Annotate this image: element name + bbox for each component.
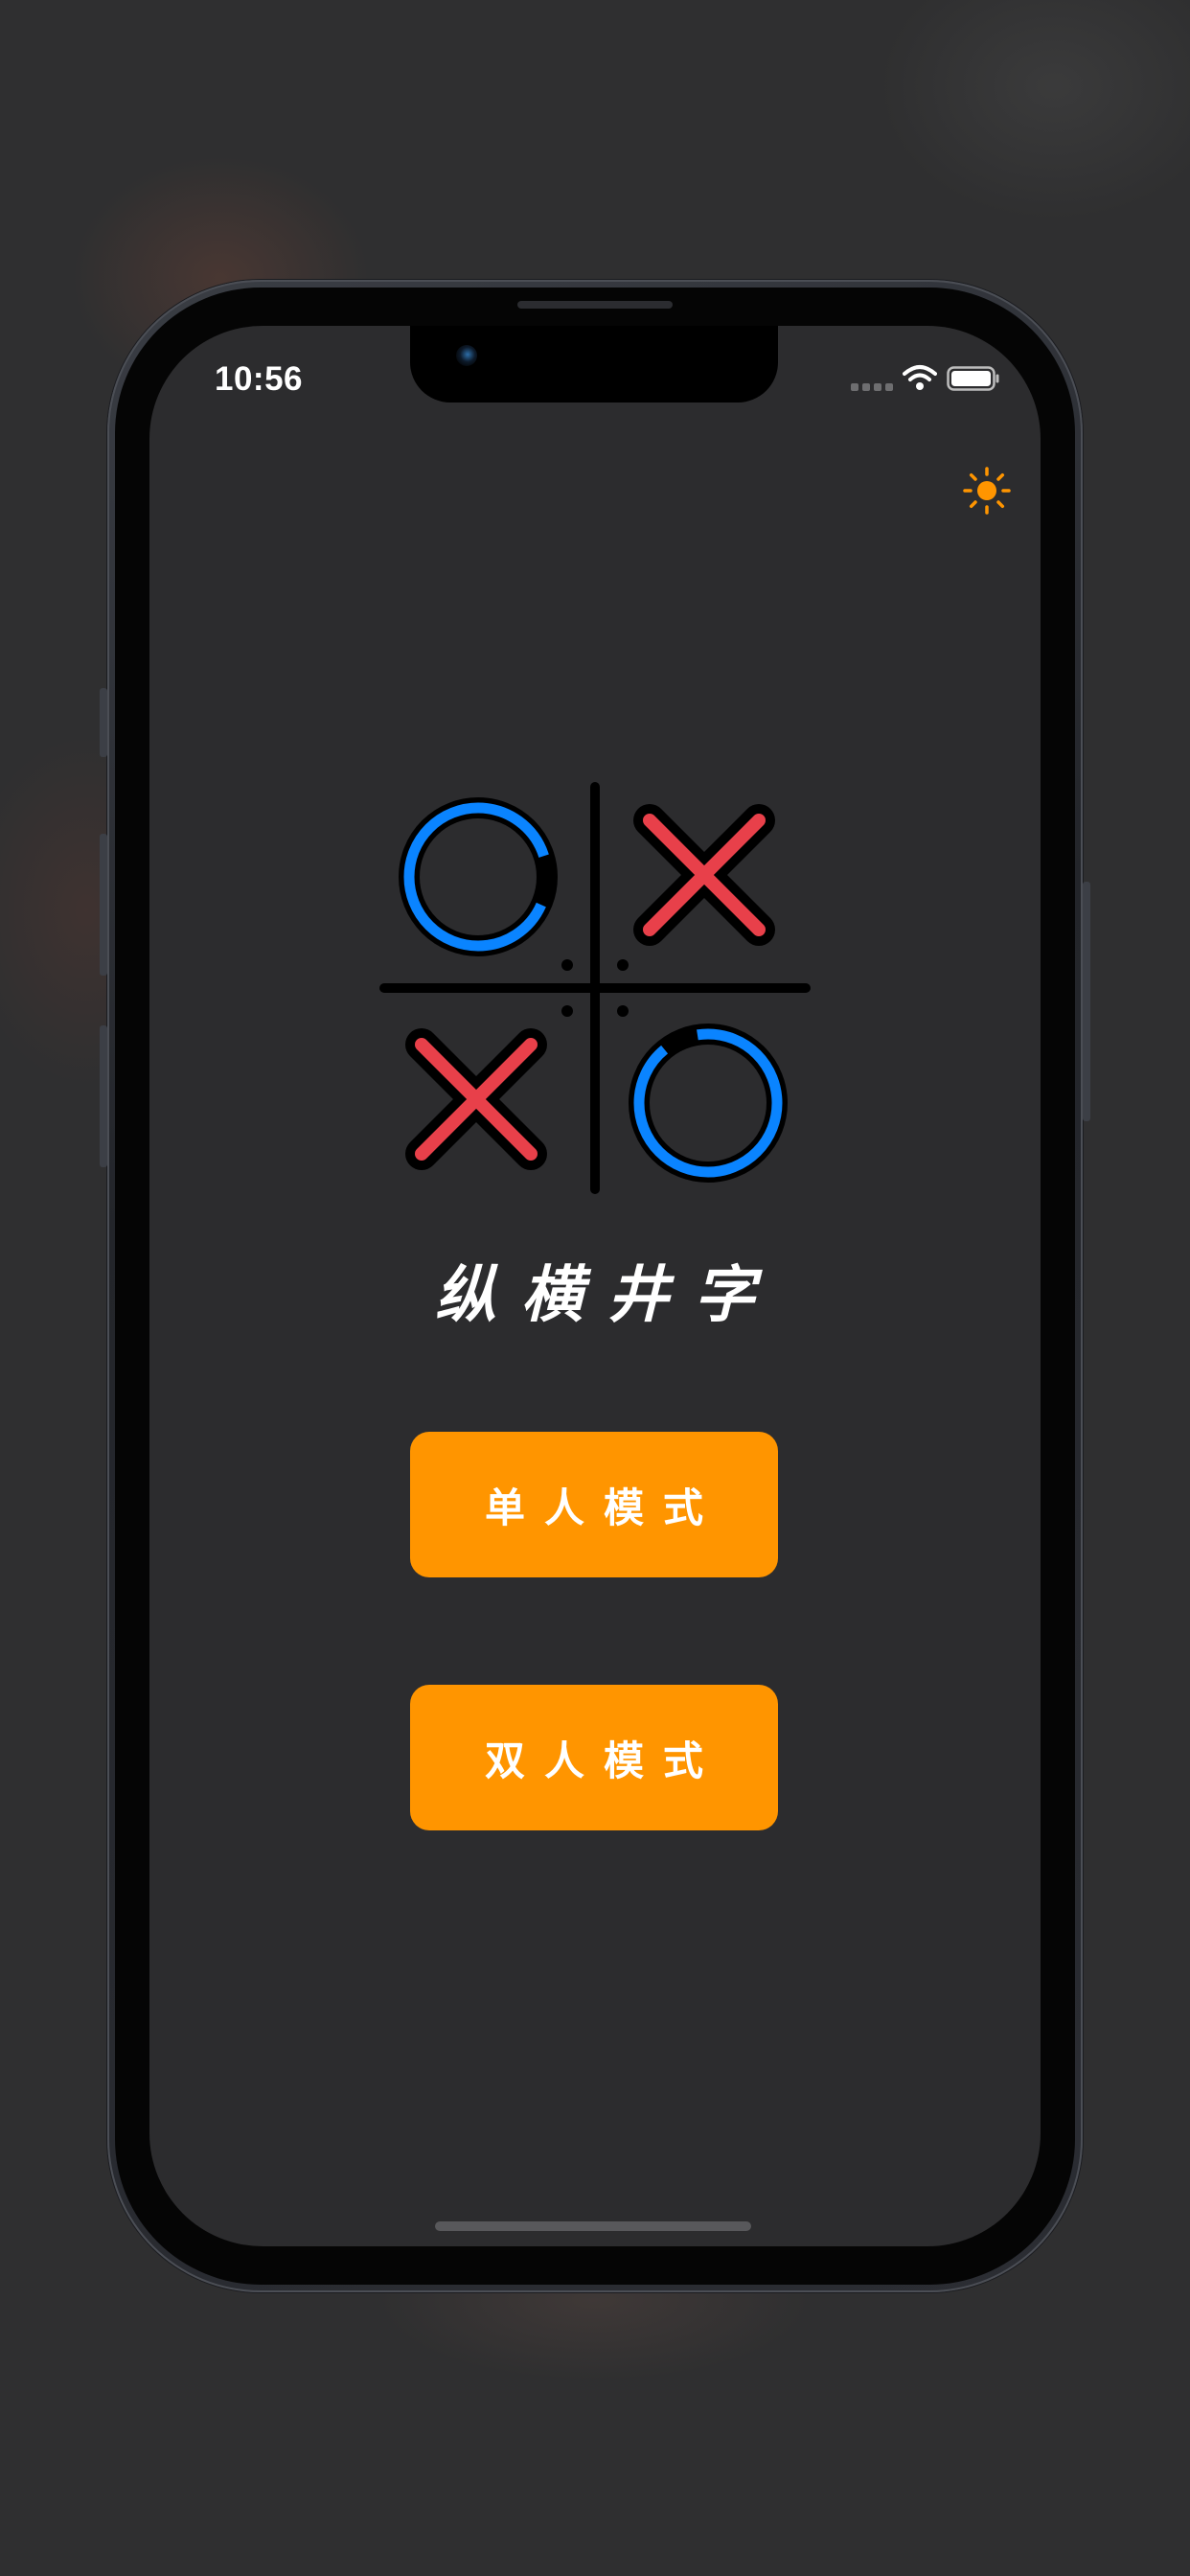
volume-down-button (100, 1025, 107, 1167)
single-player-mode-button[interactable]: 单人模式 (410, 1432, 778, 1577)
wifi-icon (903, 365, 937, 390)
app-screen: 10:56 纵横井字 单人模式 双人模式 (149, 326, 1041, 2246)
signal-icon (851, 383, 893, 391)
device-mockup-background: 10:56 纵横井字 单人模式 双人模式 (0, 0, 1190, 2576)
earpiece-speaker (517, 301, 673, 309)
two-player-mode-button[interactable]: 双人模式 (410, 1685, 778, 1830)
battery-icon (947, 366, 999, 391)
home-indicator[interactable] (435, 2221, 751, 2231)
mute-switch (100, 688, 107, 757)
theme-toggle-sun-icon[interactable] (962, 466, 1012, 516)
tic-tac-toe-logo-icon (379, 782, 811, 1194)
game-title: 纵横井字 (435, 1259, 780, 1331)
front-camera (456, 345, 477, 366)
power-button (1083, 882, 1090, 1121)
status-time: 10:56 (215, 360, 304, 398)
volume-up-button (100, 834, 107, 976)
